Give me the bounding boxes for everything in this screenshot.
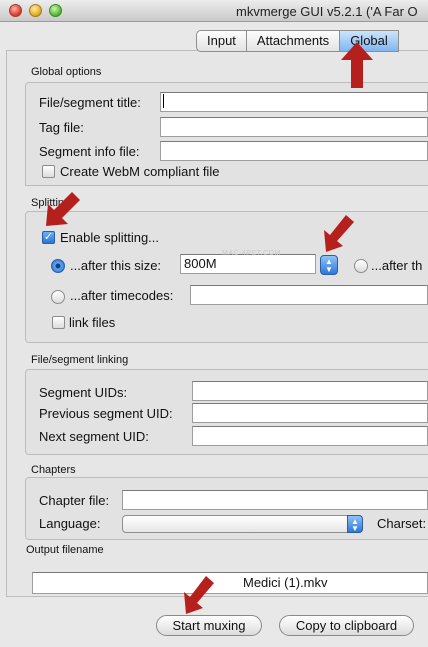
output-filename-heading: Output filename [26,544,104,556]
language-label: Language: [39,516,101,531]
chapters-heading: Chapters [31,464,76,476]
webm-checkbox[interactable] [42,165,55,178]
chapter-file-label: Chapter file: [39,493,110,508]
split-size-stepper[interactable]: ▲ ▼ [320,255,338,275]
text-caret [163,94,164,108]
segment-info-file-label: Segment info file: [39,144,140,159]
split-size-input[interactable]: 800M [180,254,316,274]
segment-uids-label: Segment UIDs: [39,385,128,400]
next-uid-input[interactable] [192,426,428,446]
chapter-file-input[interactable] [122,490,428,510]
after-timecodes-label: ...after timecodes: [70,288,174,303]
after-duration-radio[interactable] [354,259,368,273]
chevron-updown-icon: ▲ ▼ [347,515,363,533]
language-select[interactable]: ▲ ▼ [122,515,363,533]
timecodes-input[interactable] [190,285,428,305]
enable-splitting-label: Enable splitting... [60,230,160,245]
window-title: mkvmerge GUI v5.2.1 ('A Far O [236,4,418,19]
start-muxing-button[interactable]: Start muxing [156,615,262,636]
link-files-label: link files [69,315,116,330]
file-segment-title-label: File/segment title: [39,95,141,110]
minimize-window-icon[interactable] [29,4,42,17]
linking-heading: File/segment linking [31,354,129,366]
enable-splitting-checkbox[interactable]: ✓ [42,231,55,244]
tag-file-label: Tag file: [39,120,84,135]
copy-to-clipboard-button[interactable]: Copy to clipboard [279,615,414,636]
after-timecodes-radio[interactable] [51,290,65,304]
segment-info-file-input[interactable] [160,141,428,161]
charset-label: Charset: [377,516,427,531]
segment-uids-input[interactable] [192,381,428,401]
tag-file-input[interactable] [160,117,428,137]
link-files-checkbox[interactable] [52,316,65,329]
title-bar: mkvmerge GUI v5.2.1 ('A Far O [0,0,428,22]
annotation-arrow-icon [184,576,214,614]
output-filename-input[interactable]: Medici (1).mkv [32,572,428,594]
after-duration-label: ...after th [371,258,423,273]
tab-attachments[interactable]: Attachments [246,30,341,52]
annotation-arrow-icon [324,215,354,252]
close-window-icon[interactable] [9,4,22,17]
file-segment-title-input[interactable] [160,92,428,112]
tab-input[interactable]: Input [196,30,247,52]
annotation-arrow-icon [46,192,80,226]
global-options-heading: Global options [31,66,102,78]
watermark: MAC-4PET.COM [222,250,281,257]
previous-uid-input[interactable] [192,403,428,423]
previous-uid-label: Previous segment UID: [39,406,173,421]
webm-label: Create WebM compliant file [60,164,220,179]
after-size-label: ...after this size: [70,258,162,273]
after-size-radio[interactable] [51,259,65,273]
annotation-arrow-icon [341,42,373,88]
zoom-window-icon[interactable] [49,4,62,17]
next-uid-label: Next segment UID: [39,429,149,444]
